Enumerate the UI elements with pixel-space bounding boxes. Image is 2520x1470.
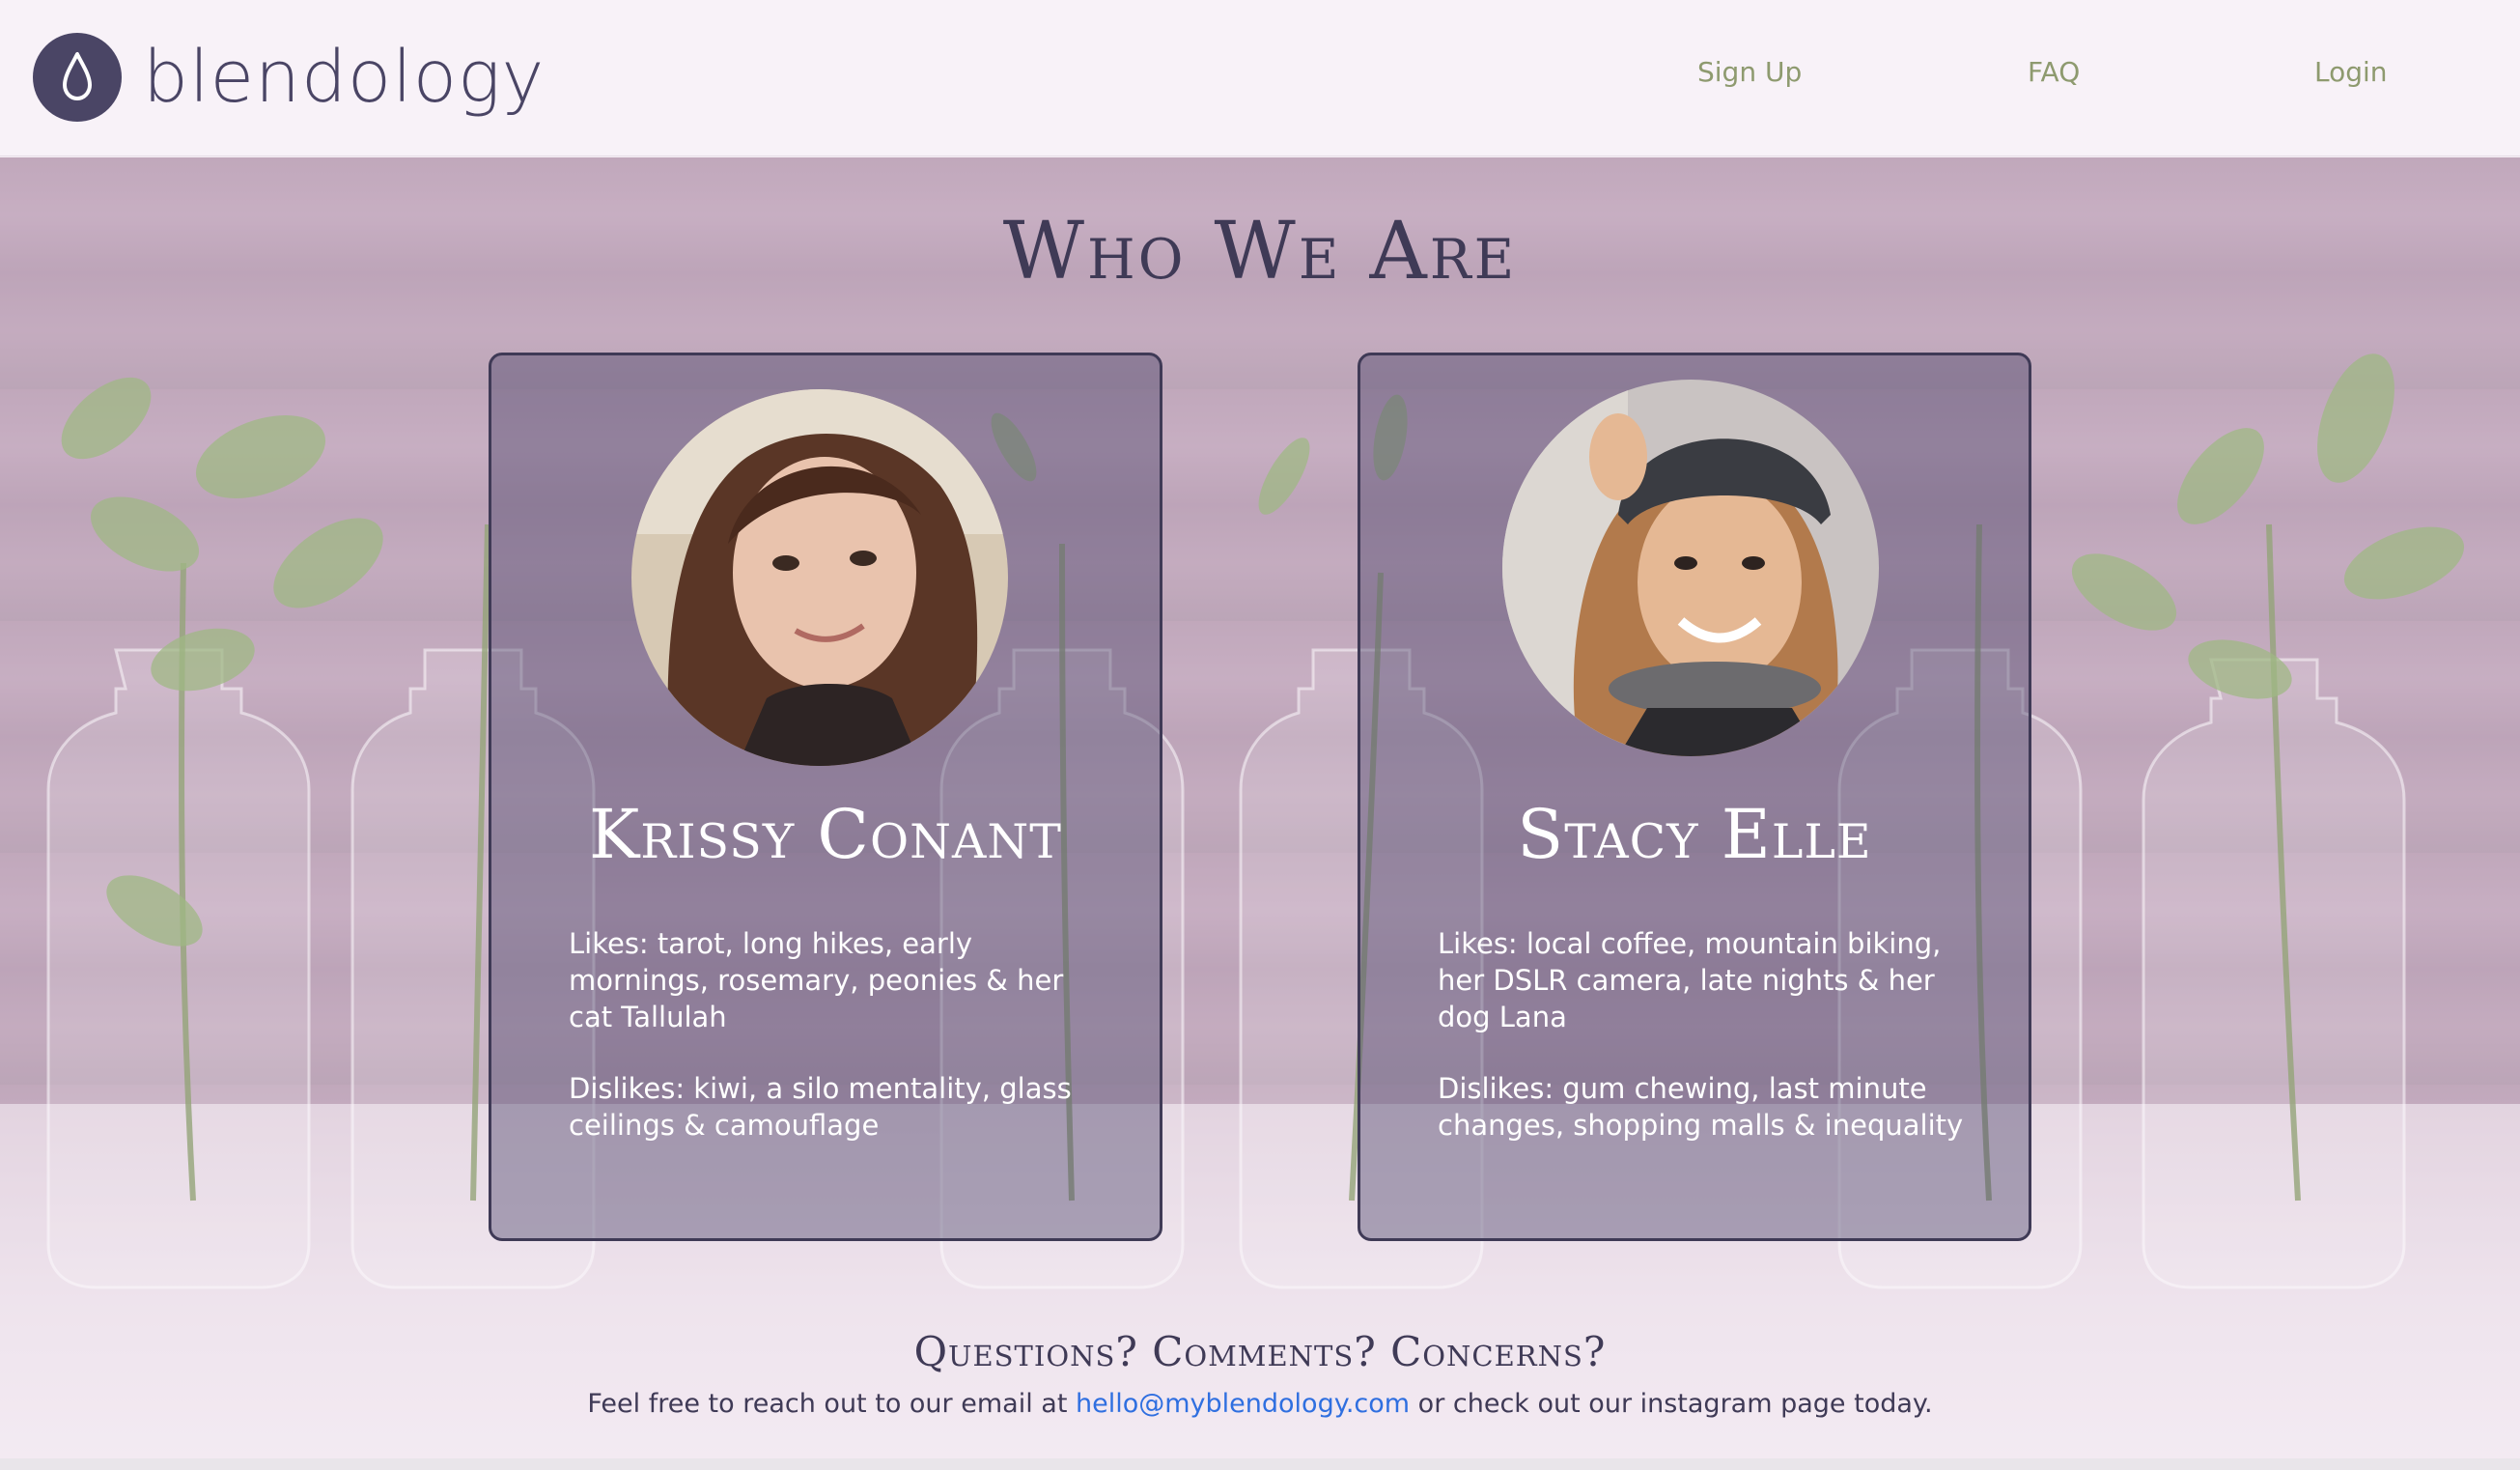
member-likes: Likes: local coffee, mountain biking, he… — [1438, 927, 1942, 1033]
member-name: Stacy Elle — [1517, 795, 1872, 874]
member-dislikes: Dislikes: kiwi, a silo mentality, glass … — [569, 1072, 1072, 1142]
team-member-card: Krissy Conant Likes: tarot, long hikes, … — [489, 353, 1162, 1241]
avatar — [631, 389, 1008, 766]
background-overlay — [0, 157, 2520, 1458]
nav-sign-up-link[interactable]: Sign Up — [1697, 56, 1802, 88]
member-likes: Likes: tarot, long hikes, early mornings… — [569, 927, 1064, 1033]
team-member-card: Stacy Elle Likes: local coffee, mountain… — [1358, 353, 2031, 1241]
footer-strip — [0, 1458, 2520, 1470]
who-we-are-section: Who We Are Krissy Conant Likes: tarot, l… — [0, 157, 2520, 1458]
nav-login-link[interactable]: Login — [2314, 56, 2388, 88]
member-name: Krissy Conant — [589, 795, 1062, 874]
email-link[interactable]: hello@myblendology.com — [1076, 1389, 1410, 1419]
site-header: blendology Sign Up FAQ Login — [0, 0, 2520, 156]
member-dislikes: Dislikes: gum chewing, last minute chang… — [1438, 1072, 1964, 1142]
page-title: Who We Are — [1002, 206, 1518, 297]
nav-faq-link[interactable]: FAQ — [2028, 56, 2080, 88]
contact-text-before: Feel free to reach out to our email at — [587, 1389, 1076, 1419]
page: blendology Sign Up FAQ Login Who We Are … — [0, 0, 2520, 1470]
main-nav: Sign Up FAQ Login — [0, 56, 2520, 95]
contact-text: Feel free to reach out to our email at h… — [0, 1389, 2520, 1419]
avatar — [1502, 380, 1879, 756]
contact-heading: Questions? Comments? Concerns? — [913, 1328, 1607, 1375]
contact-text-after: or check out our instagram page today. — [1410, 1389, 1933, 1419]
